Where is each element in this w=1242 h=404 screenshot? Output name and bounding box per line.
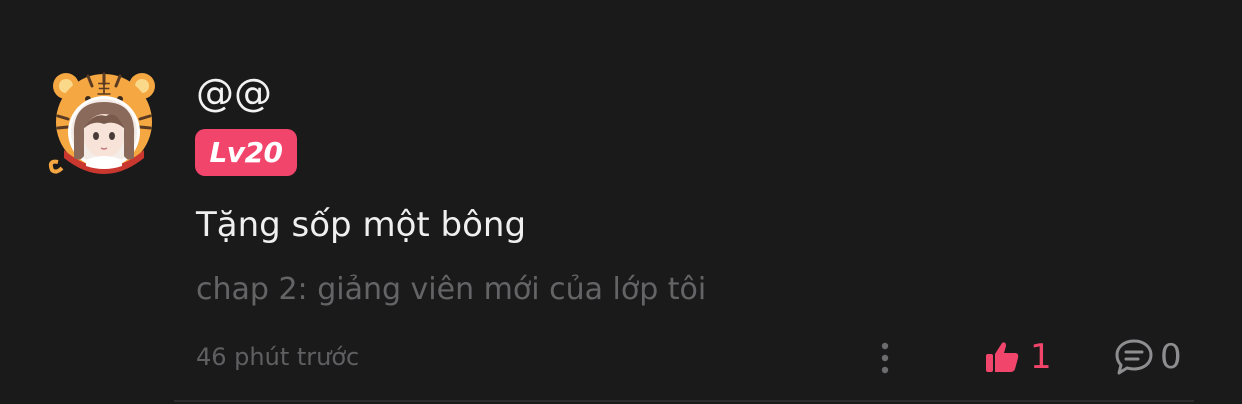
level-badge: Lv20 [195, 129, 297, 176]
divider [174, 400, 1194, 402]
comment-bubble-icon [1115, 339, 1153, 375]
reply-button[interactable]: 0 [1114, 336, 1182, 378]
comment-item: 王 @@ Lv20 Tặng sốp một bông chap 2: giản… [0, 0, 1242, 404]
like-button[interactable]: 1 [984, 336, 1052, 378]
comment-text: Tặng sốp một bông [196, 205, 527, 245]
avatar[interactable]: 王 [48, 66, 160, 178]
thumbs-up-icon [986, 342, 1019, 372]
like-count: 1 [1030, 337, 1052, 377]
username[interactable]: @@ [196, 70, 272, 116]
more-button[interactable] [872, 340, 898, 376]
timestamp: 46 phút trước [196, 343, 360, 371]
svg-text:王: 王 [97, 82, 111, 98]
more-vertical-icon [881, 342, 889, 374]
chapter-link[interactable]: chap 2: giảng viên mới của lớp tôi [196, 270, 706, 310]
tiger-avatar-icon: 王 [48, 72, 155, 174]
reply-count: 0 [1160, 337, 1182, 377]
